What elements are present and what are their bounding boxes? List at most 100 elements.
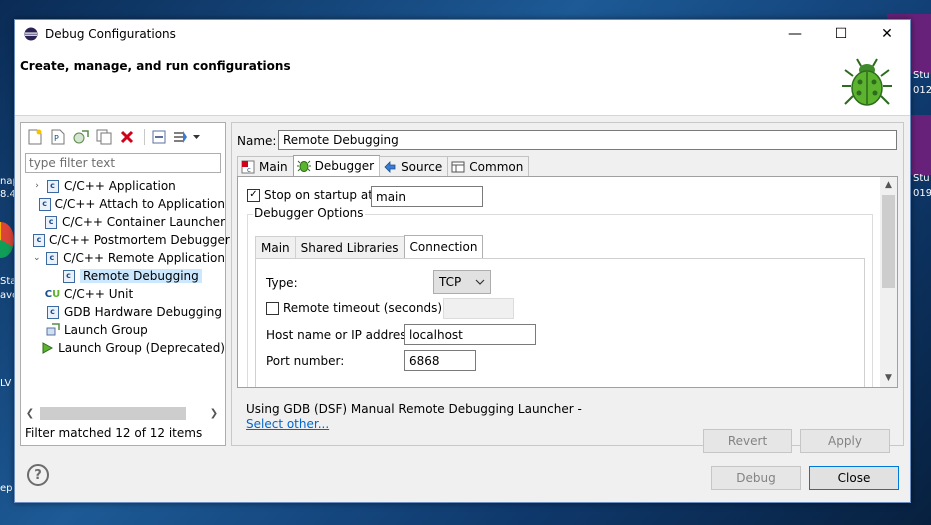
stop-on-startup-field[interactable] xyxy=(371,186,483,207)
tab-source-label: Source xyxy=(401,159,443,174)
scrollbar-thumb[interactable] xyxy=(882,195,895,288)
desktop-label: LV xyxy=(0,378,12,389)
desktop-label: 012 xyxy=(913,85,931,96)
scroll-down-icon[interactable]: ▼ xyxy=(880,370,897,387)
tree-item[interactable]: Launch Group (Deprecated) xyxy=(21,339,225,357)
tree-item-label: Remote Debugging xyxy=(80,269,202,283)
c-unit-icon: CU xyxy=(44,288,61,300)
collapse-icon[interactable]: ⌄ xyxy=(31,252,43,264)
scroll-right-icon[interactable]: ❯ xyxy=(206,408,222,419)
help-icon[interactable]: ? xyxy=(27,464,49,486)
filter-input[interactable] xyxy=(25,153,221,173)
tree-toolbar: P xyxy=(25,127,205,147)
export-icon[interactable] xyxy=(71,128,91,146)
c-config-icon: c xyxy=(33,233,45,247)
tab-debugger-label: Debugger xyxy=(314,159,375,173)
select-other-link[interactable]: Select other... xyxy=(246,417,329,431)
type-select[interactable]: TCP xyxy=(433,270,491,294)
tree-item[interactable]: c C/C++ Container Launcher xyxy=(21,213,225,231)
subtab-shared-libraries[interactable]: Shared Libraries xyxy=(294,236,405,258)
name-label: Name: xyxy=(237,134,277,148)
revert-button[interactable]: Revert xyxy=(703,429,792,453)
c-config-icon: c xyxy=(45,179,60,193)
close-button[interactable]: Close xyxy=(809,466,899,490)
port-label: Port number: xyxy=(266,354,345,368)
debug-button[interactable]: Debug xyxy=(711,466,801,490)
c-config-icon: c xyxy=(44,215,58,229)
source-tab-icon xyxy=(383,160,397,174)
host-field[interactable]: localhost xyxy=(404,324,536,345)
minimize-button[interactable]: — xyxy=(772,20,818,48)
c-config-icon: c xyxy=(38,197,51,211)
scroll-up-icon[interactable]: ▲ xyxy=(880,177,897,194)
scrollbar-thumb[interactable] xyxy=(40,407,186,420)
chrome-icon[interactable] xyxy=(0,222,14,258)
tab-main[interactable]: c Main xyxy=(237,156,294,176)
debugger-subtabs: Main Shared Libraries Connection xyxy=(255,235,484,258)
tree-item[interactable]: ⌄ c C/C++ Remote Application xyxy=(21,249,225,267)
maximize-button[interactable]: ☐ xyxy=(818,20,864,48)
tree-item-label: C/C++ Remote Application xyxy=(63,251,225,265)
remote-timeout-checkbox[interactable] xyxy=(266,301,279,315)
configuration-tree: › c C/C++ Application c C/C++ Attach to Appl… xyxy=(21,177,230,357)
delete-icon[interactable] xyxy=(117,128,137,146)
remote-timeout-label: Remote timeout (seconds): xyxy=(283,301,447,315)
title-bar[interactable]: Debug Configurations — ☐ ✕ xyxy=(15,20,910,48)
c-config-icon: c xyxy=(61,269,76,283)
remote-timeout-field xyxy=(443,298,514,319)
tree-item[interactable]: c Remote Debugging xyxy=(21,267,225,285)
port-field[interactable]: 6868 xyxy=(404,350,476,371)
remote-timeout-row: Remote timeout (seconds): xyxy=(266,301,446,315)
filter-status: Filter matched 12 of 12 items xyxy=(25,426,203,440)
window-title: Debug Configurations xyxy=(45,27,176,41)
launch-group-icon xyxy=(45,323,60,337)
tab-debugger[interactable]: Debugger xyxy=(292,155,381,176)
main-tab-icon: c xyxy=(241,160,255,174)
stop-on-startup-checkbox[interactable]: ✓ xyxy=(247,188,260,202)
connection-panel: Type: TCP Remote timeout (seconds): Host… xyxy=(255,258,865,387)
collapse-all-icon[interactable] xyxy=(149,128,169,146)
launcher-info: Using GDB (DSF) Manual Remote Debugging … xyxy=(246,402,582,416)
config-tabs: c Main Debugger Source Common xyxy=(237,155,530,176)
close-icon: ✕ xyxy=(881,26,893,42)
filter-menu-icon[interactable] xyxy=(172,128,202,146)
configuration-tree-pane: P ›cC/C++ ApplicationcC/C++ Attach to Ap… xyxy=(20,122,230,446)
debugger-tab-panel: ✓ Stop on startup at: Debugger Options M… xyxy=(237,176,898,388)
tab-source[interactable]: Source xyxy=(379,156,449,176)
tree-item[interactable]: c C/C++ Attach to Application xyxy=(21,195,225,213)
stop-on-startup-row: ✓ Stop on startup at: xyxy=(247,188,377,202)
c-config-icon: c xyxy=(45,251,60,265)
tree-item[interactable]: CU C/C++ Unit xyxy=(21,285,225,303)
expand-icon[interactable]: › xyxy=(31,180,43,192)
desktop-label: ep xyxy=(0,483,13,494)
tree-item[interactable]: c C/C++ Postmortem Debugger xyxy=(21,231,230,249)
new-configuration-icon[interactable] xyxy=(25,128,45,146)
debug-bug-icon xyxy=(842,58,892,106)
vertical-scrollbar[interactable]: ▲ ▼ xyxy=(880,177,897,387)
tree-item-label: Launch Group xyxy=(64,323,148,337)
horizontal-scrollbar[interactable]: ❮ ❯ xyxy=(22,405,224,422)
duplicate-icon[interactable] xyxy=(94,128,114,146)
scroll-left-icon[interactable]: ❮ xyxy=(22,408,38,419)
new-prototype-icon[interactable]: P xyxy=(48,128,68,146)
debug-configurations-dialog: Debug Configurations — ☐ ✕ Create, manag… xyxy=(14,19,911,503)
tab-main-label: Main xyxy=(259,159,288,174)
tree-item[interactable]: › c C/C++ Application xyxy=(21,177,225,195)
tree-item-label: C/C++ Unit xyxy=(64,287,134,301)
apply-button[interactable]: Apply xyxy=(800,429,890,453)
c-config-icon: c xyxy=(45,305,60,319)
subtab-main[interactable]: Main xyxy=(255,236,296,258)
tree-item[interactable]: c GDB Hardware Debugging xyxy=(21,303,225,321)
subtab-connection[interactable]: Connection xyxy=(403,235,484,258)
tab-common[interactable]: Common xyxy=(447,156,530,176)
name-field[interactable] xyxy=(278,130,897,150)
svg-text:P: P xyxy=(54,134,59,143)
tree-item[interactable]: Launch Group xyxy=(21,321,225,339)
close-window-button[interactable]: ✕ xyxy=(864,20,910,48)
desktop-label: Stu xyxy=(913,70,930,81)
